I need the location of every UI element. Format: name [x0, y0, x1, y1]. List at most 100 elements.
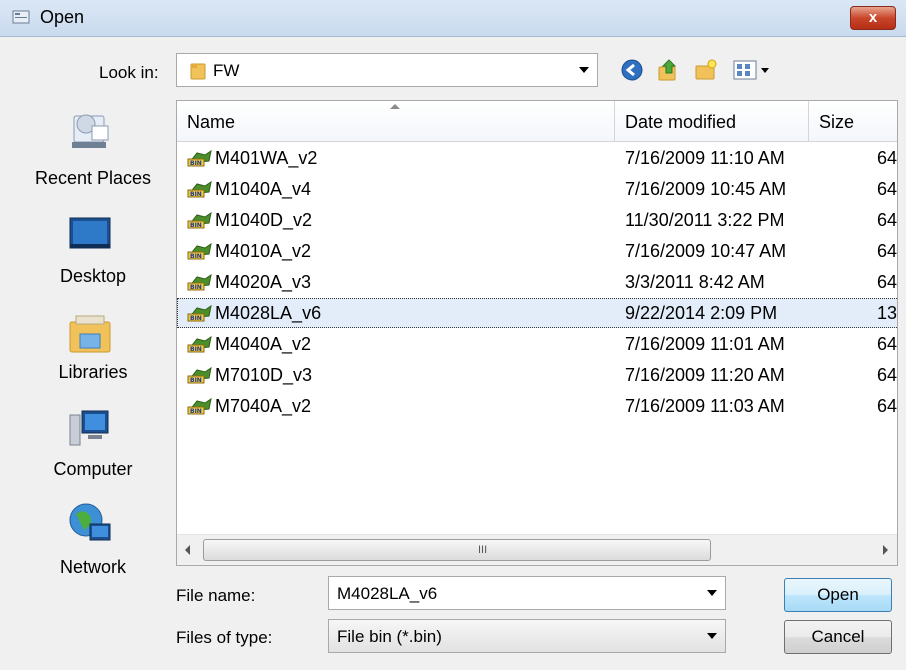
cancel-button[interactable]: Cancel: [784, 620, 892, 654]
file-type-dropdown[interactable]: File bin (*.bin): [328, 619, 726, 653]
close-button[interactable]: x: [850, 6, 896, 30]
file-row[interactable]: BIN M1040D_v2 11/30/2011 3:22 PM 64: [177, 205, 898, 235]
place-label: Desktop: [59, 266, 127, 286]
look-in-value: FW: [213, 61, 240, 80]
svg-text:BIN: BIN: [190, 315, 202, 322]
svg-text:BIN: BIN: [190, 160, 202, 167]
file-name: M4040A_v2: [215, 334, 312, 354]
file-size: 64: [877, 334, 898, 354]
column-divider[interactable]: [808, 101, 809, 141]
app-icon: [12, 10, 30, 24]
bin-file-icon: BIN: [187, 397, 212, 415]
chevron-down-icon[interactable]: [579, 67, 589, 73]
computer-icon: [69, 410, 109, 446]
scroll-left-icon[interactable]: [185, 545, 190, 555]
horizontal-scrollbar[interactable]: III: [177, 534, 897, 565]
network-icon: [69, 503, 111, 541]
file-row[interactable]: BIN M1040A_v4 7/16/2009 10:45 AM 64: [177, 174, 898, 204]
file-type-value: File bin (*.bin): [337, 627, 442, 646]
file-type-label: Files of type:: [176, 628, 273, 647]
file-date: 9/22/2014 2:09 PM: [625, 303, 778, 323]
file-name: M1040D_v2: [215, 210, 313, 230]
open-button[interactable]: Open: [784, 578, 892, 612]
file-name-value: M4028LA_v6: [337, 584, 438, 603]
file-name: M4010A_v2: [215, 241, 312, 261]
file-name: M7040A_v2: [215, 396, 312, 416]
svg-text:BIN: BIN: [190, 222, 202, 229]
column-size[interactable]: Size: [819, 112, 854, 133]
sort-ascending-icon: [390, 104, 400, 109]
bin-file-icon: BIN: [187, 366, 212, 384]
file-size: 64: [877, 179, 898, 199]
place-label: Network: [59, 557, 126, 577]
file-size: 64: [877, 241, 898, 261]
look-in-label: Look in:: [99, 63, 159, 82]
file-row[interactable]: BIN M7010D_v3 7/16/2009 11:20 AM 64: [177, 360, 898, 390]
column-header: Name Date modified Size: [177, 101, 897, 142]
file-size: 64: [877, 148, 898, 168]
column-date-modified[interactable]: Date modified: [625, 112, 736, 133]
svg-text:BIN: BIN: [190, 191, 202, 198]
desktop-icon: [69, 217, 111, 249]
column-divider[interactable]: [614, 101, 615, 141]
column-name[interactable]: Name: [187, 112, 235, 133]
chevron-down-icon[interactable]: [707, 633, 717, 639]
file-date: 7/16/2009 11:20 AM: [625, 365, 785, 385]
title-bar: Open x: [0, 0, 906, 37]
bin-file-icon: BIN: [187, 211, 212, 229]
place-label: Computer: [53, 459, 133, 479]
file-name: M4020A_v3: [215, 272, 312, 292]
file-row[interactable]: BIN M4010A_v2 7/16/2009 10:47 AM 64: [177, 236, 898, 266]
place-label: Libraries: [58, 362, 128, 382]
svg-text:BIN: BIN: [190, 377, 202, 384]
new-folder-icon[interactable]: [694, 58, 718, 82]
file-name: M7010D_v3: [215, 365, 313, 385]
svg-text:BIN: BIN: [190, 408, 202, 415]
file-row[interactable]: BIN M4020A_v3 3/3/2011 8:42 AM 64: [177, 267, 898, 297]
place-label: Recent Places: [34, 168, 152, 188]
window-title: Open: [40, 7, 85, 27]
svg-text:BIN: BIN: [190, 346, 202, 353]
file-row[interactable]: BIN M4028LA_v6 9/22/2014 2:09 PM 13: [177, 298, 898, 328]
bin-file-icon: BIN: [187, 242, 212, 260]
file-row[interactable]: BIN M4040A_v2 7/16/2009 11:01 AM 64: [177, 329, 898, 359]
bin-file-icon: BIN: [187, 180, 212, 198]
file-name: M4028LA_v6: [215, 303, 322, 323]
file-date: 11/30/2011 3:22 PM: [625, 210, 785, 230]
file-name-input[interactable]: M4028LA_v6: [328, 576, 726, 610]
folder-icon: [190, 63, 206, 80]
file-row[interactable]: BIN M401WA_v2 7/16/2009 11:10 AM 64: [177, 143, 898, 173]
file-size: 13: [877, 303, 898, 323]
bin-file-icon: BIN: [187, 273, 212, 291]
file-date: 3/3/2011 8:42 AM: [625, 272, 765, 292]
up-folder-icon[interactable]: [656, 58, 680, 82]
bin-file-icon: BIN: [187, 335, 212, 353]
file-size: 64: [877, 365, 898, 385]
file-row[interactable]: BIN M7040A_v2 7/16/2009 11:03 AM 64: [177, 391, 897, 421]
scrollbar-grip: III: [478, 544, 488, 556]
file-date: 7/16/2009 11:03 AM: [625, 396, 785, 416]
file-date: 7/16/2009 11:01 AM: [625, 334, 785, 354]
recent-places-icon: [72, 114, 109, 148]
places-bar: Recent Places Desktop Libraries Computer: [8, 100, 173, 595]
file-name-label: File name:: [176, 586, 256, 605]
file-name: M1040A_v4: [215, 179, 312, 199]
libraries-icon: [69, 315, 111, 353]
look-in-dropdown[interactable]: FW: [176, 53, 598, 87]
svg-text:BIN: BIN: [190, 253, 202, 260]
file-size: 64: [877, 272, 898, 292]
file-date: 7/16/2009 11:10 AM: [625, 148, 785, 168]
svg-text:BIN: BIN: [190, 284, 202, 291]
file-size: 64: [877, 210, 898, 230]
views-menu-icon[interactable]: [732, 58, 772, 82]
file-date: 7/16/2009 10:45 AM: [625, 179, 787, 199]
chevron-down-icon[interactable]: [707, 590, 717, 596]
bin-file-icon: BIN: [187, 149, 212, 167]
back-icon[interactable]: [620, 58, 644, 82]
scroll-right-icon[interactable]: [883, 545, 888, 555]
file-date: 7/16/2009 10:47 AM: [625, 241, 787, 261]
bin-file-icon: BIN: [187, 304, 212, 322]
file-name: M401WA_v2: [215, 148, 318, 168]
scrollbar-thumb[interactable]: III: [203, 539, 711, 561]
file-list[interactable]: Name Date modified Size BIN M401WA_v2 7/16…: [176, 100, 898, 566]
